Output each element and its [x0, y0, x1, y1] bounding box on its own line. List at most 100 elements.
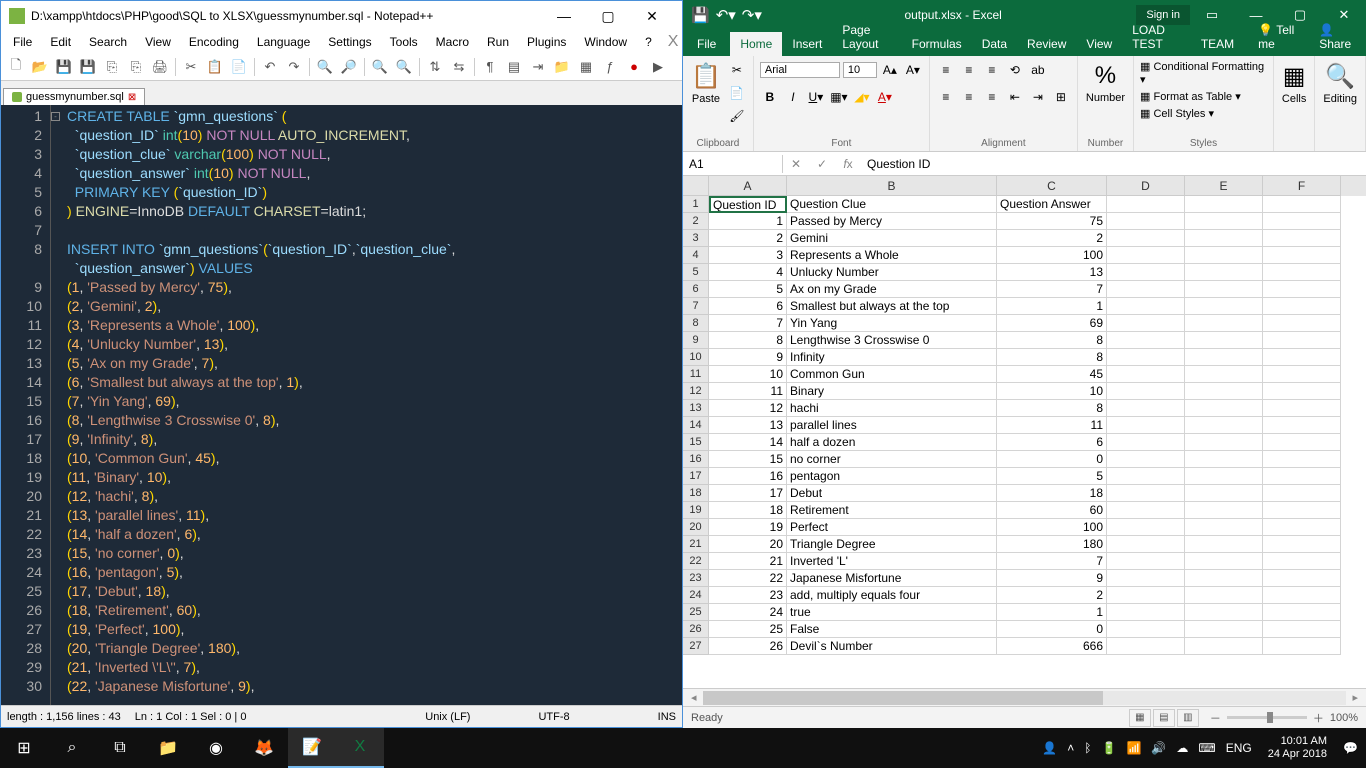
cell[interactable]: true [787, 604, 997, 621]
cell[interactable] [1263, 196, 1341, 213]
cell[interactable] [1263, 536, 1341, 553]
menu-edit[interactable]: Edit [42, 33, 79, 51]
horizontal-scrollbar[interactable]: ◂ ▸ [683, 688, 1366, 706]
row-header[interactable]: 2 [683, 213, 709, 230]
table-row[interactable]: 1716pentagon5 [683, 468, 1366, 485]
wrap-icon[interactable]: ¶ [479, 56, 501, 78]
cell[interactable]: Japanese Misfortune [787, 570, 997, 587]
code-editor[interactable]: 1234567891011121314151617181920212223242… [1, 105, 682, 705]
cell[interactable]: 75 [997, 213, 1107, 230]
cell[interactable]: parallel lines [787, 417, 997, 434]
table-row[interactable]: 1514half a dozen6 [683, 434, 1366, 451]
bluetooth-icon[interactable]: ᛒ [1084, 741, 1091, 755]
cell[interactable]: 2 [997, 230, 1107, 247]
func-list-icon[interactable]: ƒ [599, 56, 621, 78]
cell[interactable]: Lengthwise 3 Crosswise 0 [787, 332, 997, 349]
row-header[interactable]: 22 [683, 553, 709, 570]
fold-gutter[interactable]: - [51, 105, 63, 705]
row-header[interactable]: 25 [683, 604, 709, 621]
cell[interactable]: hachi [787, 400, 997, 417]
cell[interactable] [1107, 230, 1185, 247]
cell[interactable] [1107, 196, 1185, 213]
row-header[interactable]: 7 [683, 298, 709, 315]
cancel-icon[interactable]: ✕ [783, 157, 809, 171]
cell[interactable]: 180 [997, 536, 1107, 553]
notepadpp-taskbar-icon[interactable]: 📝 [288, 728, 336, 768]
cell[interactable] [1263, 264, 1341, 281]
cell[interactable] [1263, 434, 1341, 451]
zoom-in-icon[interactable]: 🔍 [369, 56, 391, 78]
macro-rec-icon[interactable]: ● [623, 56, 645, 78]
menu-?[interactable]: ? [637, 33, 660, 51]
copy-icon[interactable]: 📋 [204, 56, 226, 78]
cell[interactable]: 13 [709, 417, 787, 434]
cell[interactable] [1107, 604, 1185, 621]
enter-icon[interactable]: ✓ [809, 157, 835, 171]
maximize-button[interactable]: ▢ [586, 1, 630, 31]
menu-file[interactable]: File [5, 33, 40, 51]
cell[interactable]: Passed by Mercy [787, 213, 997, 230]
table-row[interactable]: 1918Retirement60 [683, 502, 1366, 519]
cell[interactable]: 60 [997, 502, 1107, 519]
cell[interactable]: 2 [997, 587, 1107, 604]
font-color-button[interactable]: A▾ [875, 87, 895, 107]
start-button[interactable]: ⊞ [0, 728, 48, 768]
cell[interactable]: Ax on my Grade [787, 281, 997, 298]
new-file-icon[interactable]: 🗋 [5, 56, 27, 78]
table-row[interactable]: 2322Japanese Misfortune9 [683, 570, 1366, 587]
macro-play-icon[interactable]: ▶ [647, 56, 669, 78]
formula-input[interactable]: Question ID [861, 155, 1366, 173]
tab-close-icon[interactable]: ⊠ [128, 92, 136, 103]
language-indicator[interactable]: ENG [1226, 741, 1252, 755]
sync-h-icon[interactable]: ⇆ [448, 56, 470, 78]
scroll-thumb[interactable] [703, 691, 1103, 705]
tray-chevron-icon[interactable]: ˄ [1067, 741, 1074, 755]
cell[interactable]: 25 [709, 621, 787, 638]
zoom-in-icon[interactable]: ＋ [1313, 710, 1324, 726]
normal-view-icon[interactable]: ▦ [1129, 709, 1151, 727]
table-row[interactable]: 109Infinity8 [683, 349, 1366, 366]
cell[interactable] [1263, 485, 1341, 502]
table-row[interactable]: 2726Devil`s Number666 [683, 638, 1366, 655]
cell[interactable] [1185, 230, 1263, 247]
decrease-indent-icon[interactable]: ⇤ [1005, 87, 1025, 107]
menu-view[interactable]: View [137, 33, 179, 51]
cell[interactable] [1185, 213, 1263, 230]
cell[interactable] [1107, 332, 1185, 349]
ribbon-tab-formulas[interactable]: Formulas [902, 32, 972, 56]
cell[interactable] [1107, 536, 1185, 553]
menu-encoding[interactable]: Encoding [181, 33, 247, 51]
folder-icon[interactable]: 📁 [551, 56, 573, 78]
cell[interactable] [1107, 502, 1185, 519]
cell[interactable] [1185, 383, 1263, 400]
cell[interactable]: 45 [997, 366, 1107, 383]
align-left-icon[interactable]: ≡ [936, 87, 956, 107]
cell[interactable] [1185, 621, 1263, 638]
copy-icon[interactable]: 📄 [727, 83, 747, 103]
cell[interactable] [1185, 264, 1263, 281]
share-button[interactable]: 👤 Share [1309, 18, 1366, 56]
npp-titlebar[interactable]: D:\xampp\htdocs\PHP\good\SQL to XLSX\gue… [1, 1, 682, 31]
table-row[interactable]: 1110Common Gun45 [683, 366, 1366, 383]
cell[interactable] [1185, 570, 1263, 587]
spreadsheet-grid[interactable]: A B C D E F 1Question IDQuestion ClueQue… [683, 176, 1366, 688]
ribbon-tab-team[interactable]: TEAM [1191, 32, 1244, 56]
cell[interactable]: Infinity [787, 349, 997, 366]
cell[interactable] [1107, 400, 1185, 417]
table-row[interactable]: 1615no corner0 [683, 451, 1366, 468]
cell[interactable] [1263, 553, 1341, 570]
cell[interactable] [1107, 570, 1185, 587]
page-break-view-icon[interactable]: ▥ [1177, 709, 1199, 727]
cell[interactable]: 1 [997, 604, 1107, 621]
row-header[interactable]: 15 [683, 434, 709, 451]
cell[interactable] [1185, 638, 1263, 655]
cell[interactable]: Debut [787, 485, 997, 502]
menu-close-icon[interactable]: X [662, 33, 685, 51]
cell[interactable] [1107, 349, 1185, 366]
cell[interactable] [1263, 230, 1341, 247]
column-header[interactable]: F [1263, 176, 1341, 196]
cell[interactable] [1185, 519, 1263, 536]
row-header[interactable]: 11 [683, 366, 709, 383]
format-painter-icon[interactable]: 🖌 [727, 106, 747, 126]
row-header[interactable]: 27 [683, 638, 709, 655]
